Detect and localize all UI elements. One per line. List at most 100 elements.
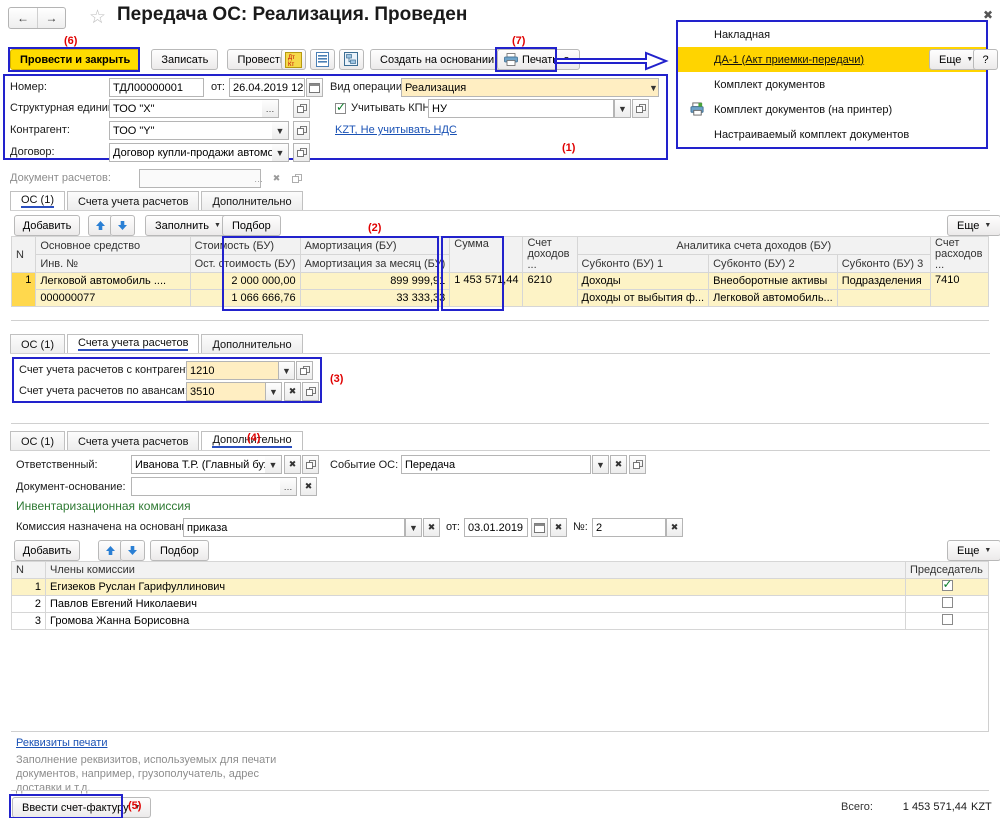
structural-unit-select-icon[interactable]: … (262, 99, 279, 118)
base-document-input[interactable] (131, 477, 281, 496)
commission-cell-name[interactable]: Павлов Евгений Николаевич (45, 595, 906, 613)
table-row[interactable]: 1 Легковой автомобиль .... 2 000 000,00 … (10, 272, 989, 307)
contract-open-icon[interactable] (293, 143, 310, 162)
os-col-subconto2[interactable]: Субконто (БУ) 2 (708, 254, 838, 273)
calendar-icon[interactable] (306, 78, 323, 97)
list-item[interactable]: 1 Егизеков Руслан Гарифуллинович (11, 578, 989, 596)
post-and-close-button[interactable]: Провести и закрыть (10, 49, 141, 70)
os-cell-subconto2-a[interactable]: Внеоборотные активы (708, 272, 838, 290)
commission-cell-chair[interactable] (905, 595, 989, 613)
commission-cell-chair[interactable] (905, 612, 989, 630)
commission-number-input[interactable]: 2 (592, 518, 666, 537)
counterparty-account-input[interactable]: 1210 (186, 361, 282, 380)
kpn-dropdown-icon[interactable]: ▼ (614, 99, 631, 118)
commission-cell-chair[interactable] (905, 578, 989, 596)
os-col-asset[interactable]: Основное средство (35, 236, 191, 255)
os-cell-income-account[interactable]: 6210 (522, 272, 578, 307)
commission-more-button[interactable]: Еще ▼ (947, 540, 1000, 561)
tab-settlement-accounts[interactable]: Счета учета расчетов (67, 191, 200, 211)
os-cell-subconto1-b[interactable]: Доходы от выбытия ф... (576, 289, 710, 307)
os-event-clear-icon[interactable]: ✖ (610, 455, 627, 474)
os-col-cost[interactable]: Стоимость (БУ) (189, 236, 301, 255)
os-add-button[interactable]: Добавить (14, 215, 80, 236)
list-item[interactable]: 3 Громова Жанна Борисовна (11, 612, 989, 630)
structural-unit-open-icon[interactable] (293, 99, 310, 118)
advances-account-open-icon[interactable] (302, 382, 319, 401)
structure-icon[interactable] (339, 49, 364, 70)
advances-account-dropdown-icon[interactable]: ▼ (265, 382, 282, 401)
tab-os-2[interactable]: ОС (1) (10, 334, 65, 354)
settlement-doc-clear-icon[interactable]: ✖ (268, 169, 285, 188)
tab-settlement-accounts-3[interactable]: Счета учета расчетов (67, 431, 200, 451)
number-input[interactable]: ТДЛ00000001 (109, 78, 204, 97)
help-button[interactable]: ? (973, 49, 998, 70)
chair-checkbox[interactable] (941, 614, 953, 625)
os-col-sum[interactable]: Сумма (449, 236, 524, 273)
tab-os[interactable]: ОС (1) (10, 191, 65, 211)
commission-move-down-icon[interactable] (120, 540, 145, 561)
base-document-clear-icon[interactable]: ✖ (300, 477, 317, 496)
commission-cell-name[interactable]: Громова Жанна Борисовна (45, 612, 906, 630)
counterparty-account-open-icon[interactable] (296, 361, 313, 380)
base-document-select-icon[interactable]: … (280, 477, 297, 496)
os-event-input[interactable]: Передача (401, 455, 591, 474)
print-details-link[interactable]: Реквизиты печати (16, 737, 107, 749)
calendar-icon[interactable] (531, 518, 548, 537)
os-cell-cost[interactable]: 2 000 000,00 (189, 272, 301, 290)
chair-checkbox[interactable] (941, 580, 953, 591)
currency-vat-link[interactable]: KZT, Не учитывать НДС (335, 124, 457, 136)
os-col-analytics[interactable]: Аналитика счета доходов (БУ) (576, 236, 932, 255)
commission-add-button[interactable]: Добавить (14, 540, 80, 561)
os-col-subconto1[interactable]: Субконто (БУ) 1 (576, 254, 710, 273)
responsible-open-icon[interactable] (302, 455, 319, 474)
commission-basis-input[interactable]: приказа (183, 518, 405, 537)
kpn-checkbox[interactable] (335, 100, 346, 114)
register-icon[interactable] (310, 49, 335, 70)
os-cell-inv[interactable]: 000000077 (35, 289, 191, 307)
counterparty-input[interactable]: ТОО "Y" (109, 121, 279, 140)
write-button[interactable]: Записать (151, 49, 219, 70)
os-cell-depreciation[interactable]: 899 999,91 (299, 272, 451, 290)
chair-checkbox[interactable] (941, 597, 953, 608)
contract-dropdown-icon[interactable]: ▼ (272, 143, 289, 162)
contract-input[interactable]: Договор купли-продажи автомобиля (109, 143, 279, 162)
commission-basis-clear-icon[interactable]: ✖ (423, 518, 440, 537)
commission-date-input[interactable]: 03.01.2019 (464, 518, 528, 537)
counterparty-dropdown-icon[interactable]: ▼ (272, 121, 289, 140)
os-col-n[interactable]: N (10, 236, 37, 273)
os-col-expense-account[interactable]: Счет расходов ... (930, 236, 989, 273)
os-cell-sum[interactable]: 1 453 571,44 (449, 272, 524, 307)
responsible-clear-icon[interactable]: ✖ (284, 455, 301, 474)
os-col-depr-month[interactable]: Амортизация за месяц (БУ) (299, 254, 451, 273)
os-cell-residual[interactable]: 1 066 666,76 (189, 289, 301, 307)
commission-col-name[interactable]: Члены комиссии (45, 561, 906, 579)
advances-account-input[interactable]: 3510 (186, 382, 268, 401)
commission-cell-name[interactable]: Егизеков Руслан Гарифуллинович (45, 578, 906, 596)
tab-os-3[interactable]: ОС (1) (10, 431, 65, 451)
commission-basis-dropdown-icon[interactable]: ▼ (405, 518, 422, 537)
os-more-button[interactable]: Еще ▼ (947, 215, 1000, 236)
os-col-subconto3[interactable]: Субконто (БУ) 3 (836, 254, 932, 273)
os-cell-subconto3-b[interactable] (836, 289, 932, 307)
os-cell-subconto1-a[interactable]: Доходы (576, 272, 710, 290)
tab-additional-2[interactable]: Дополнительно (201, 334, 303, 354)
menu-item-custom-document-set[interactable]: Настраиваемый комплект документов (678, 122, 986, 147)
responsible-dropdown-icon[interactable]: ▼ (265, 455, 282, 474)
date-input[interactable]: 26.04.2019 12:00:00 (229, 78, 305, 97)
os-col-income-account[interactable]: Счет доходов ... (522, 236, 578, 273)
operation-dropdown-icon[interactable]: ▼ (645, 78, 662, 97)
commission-select-button[interactable]: Подбор (150, 540, 209, 561)
os-col-inv[interactable]: Инв. № (35, 254, 191, 273)
tab-settlement-accounts-2[interactable]: Счета учета расчетов (67, 334, 200, 354)
list-item[interactable]: 2 Павлов Евгений Николаевич (11, 595, 989, 613)
os-move-down-icon[interactable] (110, 215, 135, 236)
tab-additional[interactable]: Дополнительно (201, 191, 303, 211)
menu-item-document-set-printer[interactable]: Комплект документов (на принтер) (678, 97, 986, 122)
commission-col-chair[interactable]: Председатель (905, 561, 989, 579)
commission-number-clear-icon[interactable]: ✖ (666, 518, 683, 537)
back-icon[interactable]: ← (9, 8, 37, 28)
structural-unit-input[interactable]: ТОО "Х" (109, 99, 279, 118)
menu-item-document-set[interactable]: Комплект документов (678, 72, 986, 97)
os-fill-button[interactable]: Заполнить ▼ (145, 215, 231, 236)
create-based-on-button[interactable]: Создать на основании▼ (370, 49, 517, 70)
